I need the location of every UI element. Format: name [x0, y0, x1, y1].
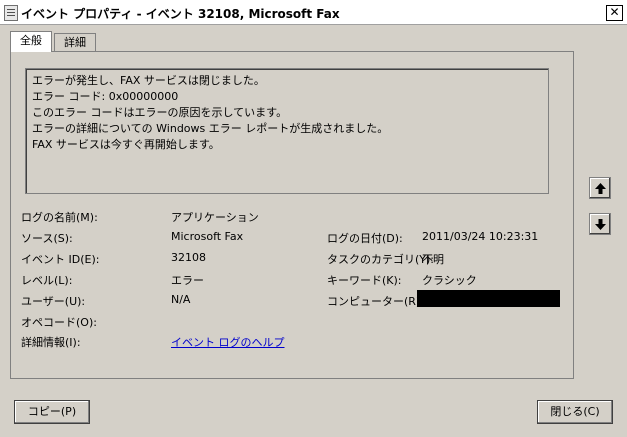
- title-bar: イベント プロパティ - イベント 32108, Microsoft Fax ✕: [0, 0, 627, 25]
- previous-event-button[interactable]: [589, 177, 611, 199]
- close-button[interactable]: 閉じる(C): [537, 400, 613, 424]
- source-label: ソース(S):: [21, 232, 73, 245]
- event-description-box[interactable]: エラーが発生し、FAX サービスは閉じました。 エラー コード: 0x00000…: [25, 68, 549, 194]
- close-window-button[interactable]: ✕: [606, 5, 623, 21]
- keywords-value: クラシック: [422, 274, 477, 287]
- tab-general[interactable]: 全般: [10, 31, 52, 52]
- user-value: N/A: [171, 293, 191, 306]
- logged-label: ログの日付(D):: [327, 232, 403, 245]
- source-value: Microsoft Fax: [171, 230, 244, 243]
- more-info-label: 詳細情報(I):: [21, 336, 81, 349]
- tab-details[interactable]: 詳細: [54, 33, 96, 51]
- task-category-value: 不明: [422, 253, 444, 266]
- computer-label: コンピューター(R):: [327, 295, 424, 308]
- description-line: エラーが発生し、FAX サービスは閉じました。: [32, 74, 265, 87]
- task-category-label: タスクのカテゴリ(Y):: [327, 253, 435, 266]
- arrow-up-icon: [595, 183, 606, 194]
- window-title: イベント プロパティ - イベント 32108, Microsoft Fax: [21, 7, 340, 21]
- copy-button[interactable]: コピー(P): [14, 400, 90, 424]
- next-event-button[interactable]: [589, 213, 611, 235]
- level-label: レベル(L):: [21, 274, 73, 287]
- description-line: エラー コード: 0x00000000: [32, 90, 179, 103]
- log-name-value: アプリケーション: [171, 211, 259, 224]
- event-log-help-link[interactable]: イベント ログのヘルプ: [171, 334, 285, 350]
- event-properties-icon: [4, 5, 18, 21]
- log-name-label: ログの名前(M):: [21, 211, 98, 224]
- event-id-value: 32108: [171, 251, 206, 264]
- logged-value: 2011/03/24 10:23:31: [422, 230, 539, 243]
- arrow-down-icon: [595, 219, 606, 230]
- description-line: エラーの詳細についての Windows エラー レポートが生成されました。: [32, 122, 389, 135]
- event-id-label: イベント ID(E):: [21, 253, 100, 266]
- computer-value-redacted: [417, 290, 560, 307]
- user-label: ユーザー(U):: [21, 295, 86, 308]
- description-line: このエラー コードはエラーの原因を示しています。: [32, 106, 288, 119]
- opcode-label: オペコード(O):: [21, 316, 97, 329]
- level-value: エラー: [171, 274, 204, 287]
- description-line: FAX サービスは今すぐ再開始します。: [32, 138, 220, 151]
- keywords-label: キーワード(K):: [327, 274, 402, 287]
